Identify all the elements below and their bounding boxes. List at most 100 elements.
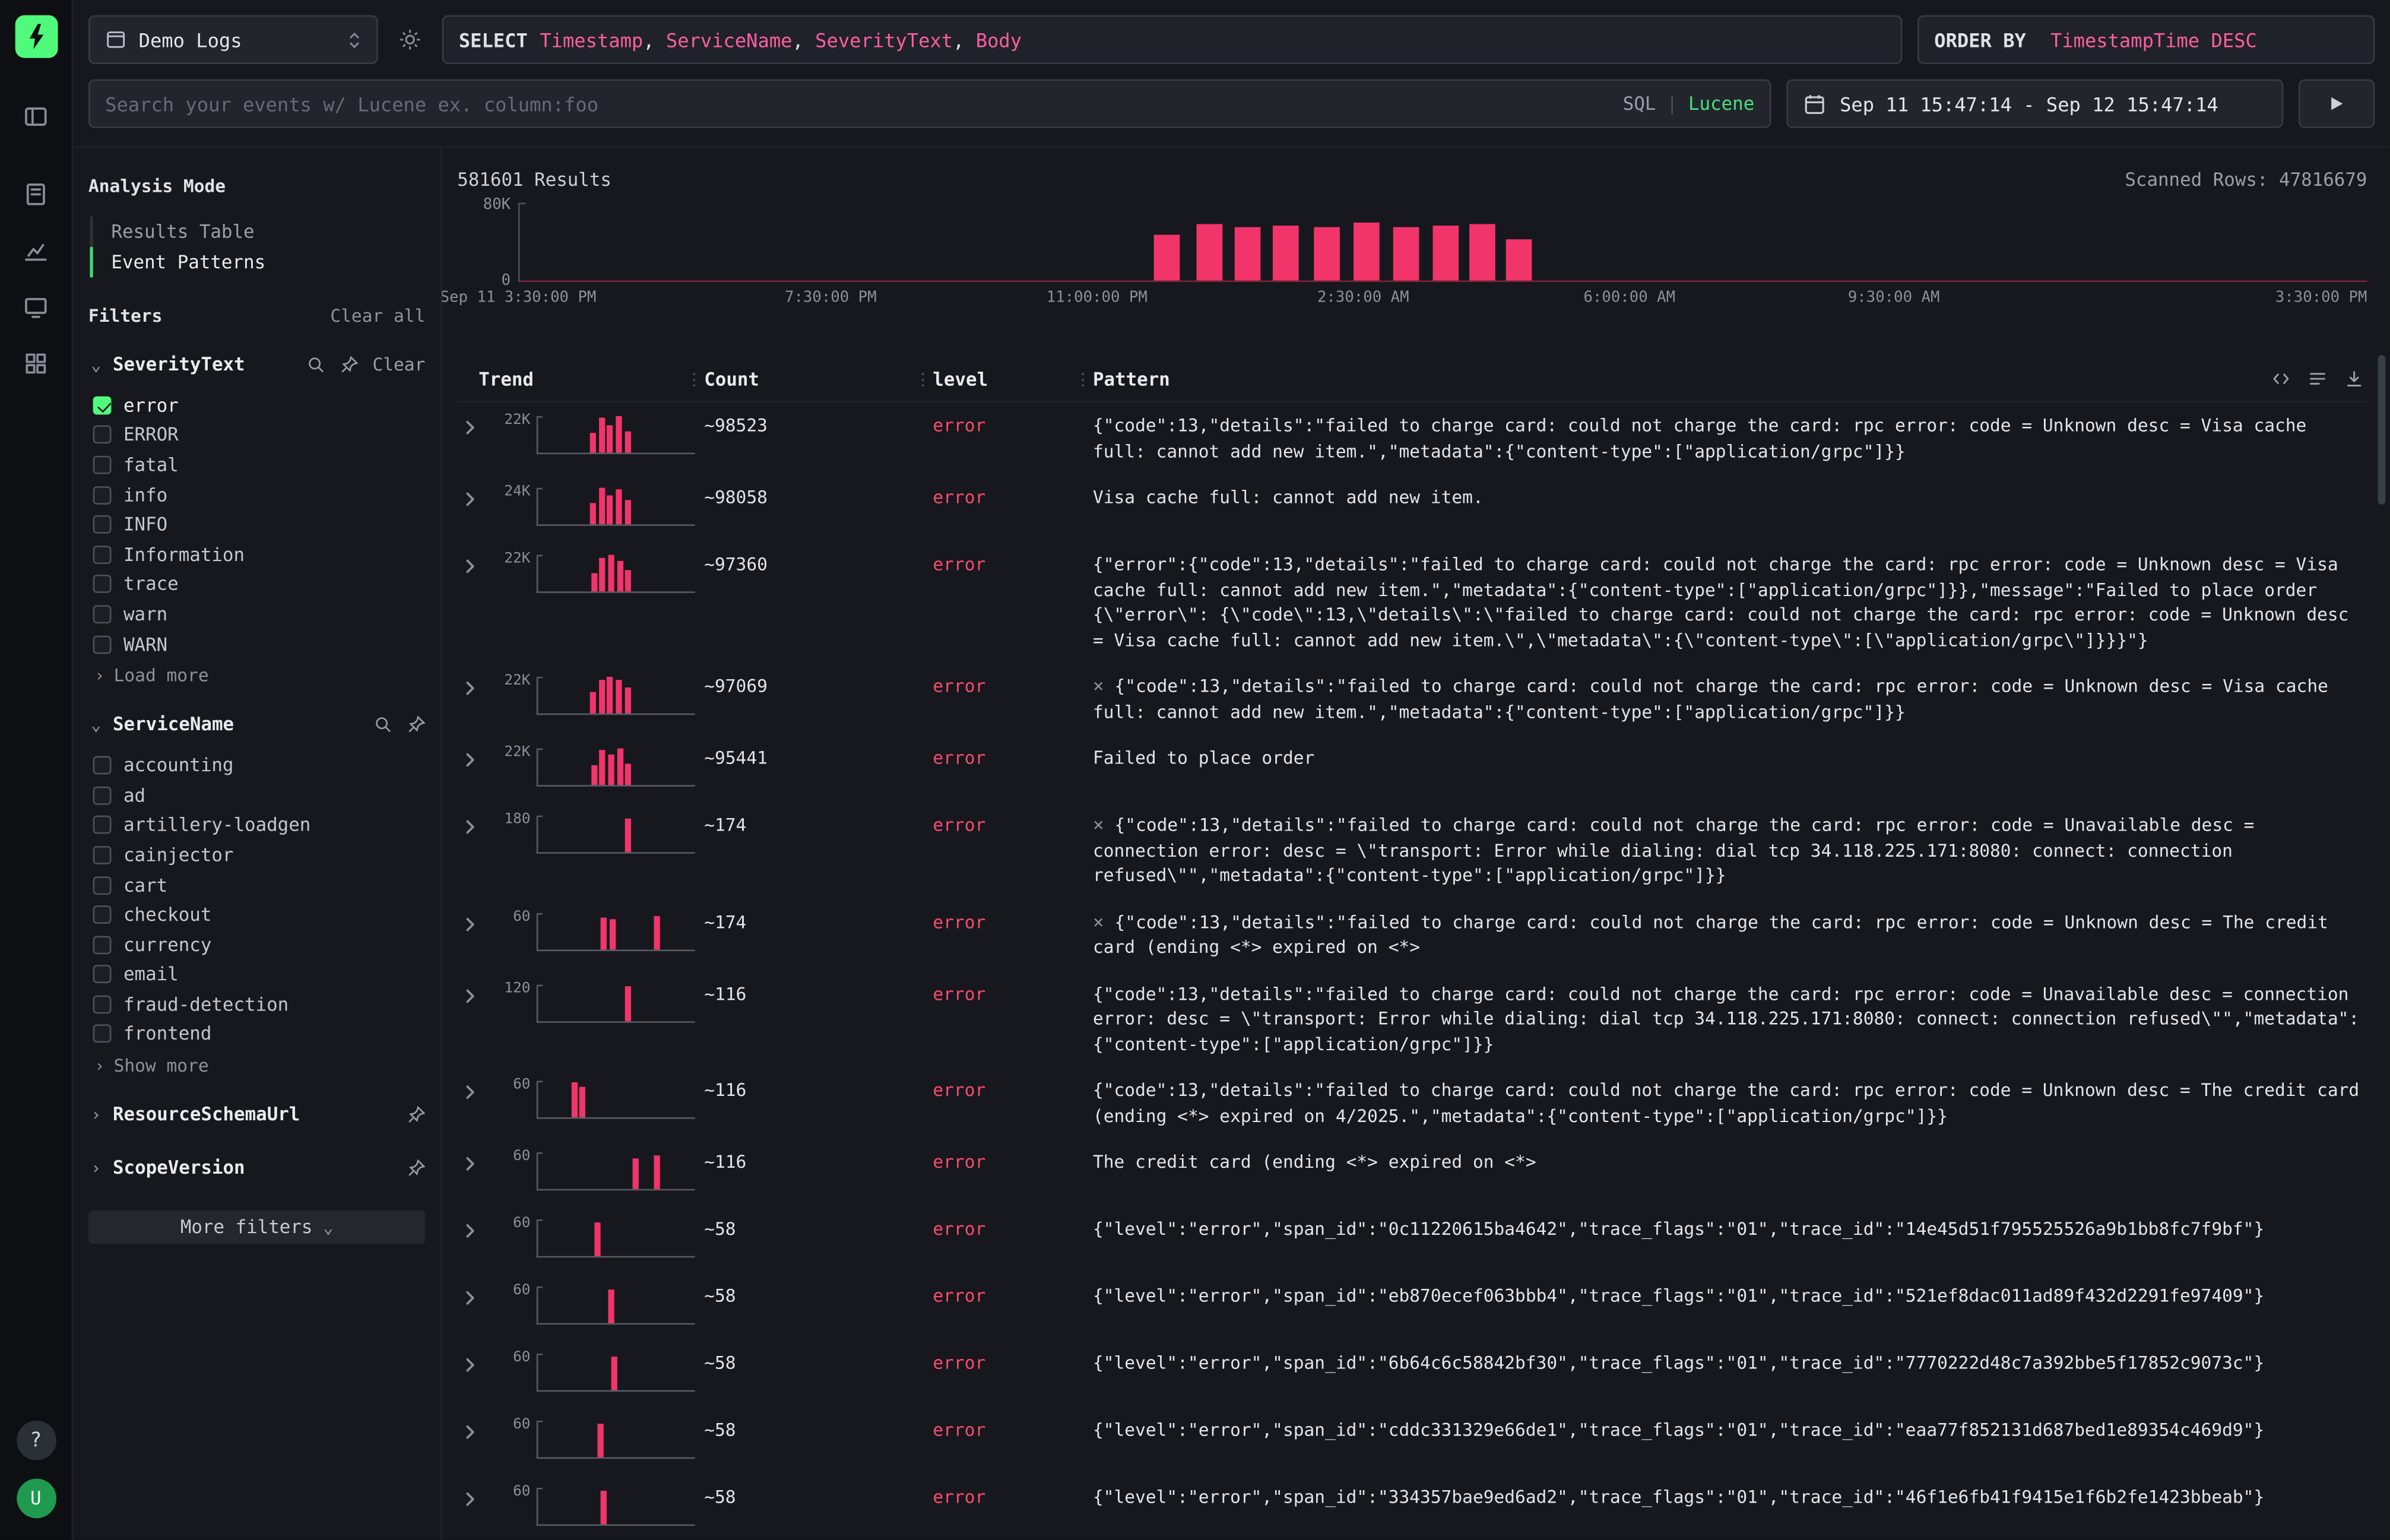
- facet-name[interactable]: SeverityText: [113, 354, 245, 375]
- facet-pin-icon[interactable]: [406, 1158, 425, 1177]
- facet-chevron-icon[interactable]: ›: [88, 1105, 104, 1124]
- checkbox[interactable]: [93, 456, 112, 474]
- expand-chevron-icon[interactable]: [457, 1418, 494, 1441]
- filter-option-trace[interactable]: trace: [88, 569, 425, 599]
- checkbox[interactable]: [93, 546, 112, 564]
- facet-more-button[interactable]: › Load more: [94, 665, 425, 686]
- facet-pin-icon[interactable]: [406, 1105, 425, 1124]
- expand-chevron-icon[interactable]: [457, 674, 494, 697]
- expand-chevron-icon[interactable]: [457, 484, 494, 508]
- filter-option-ad[interactable]: ad: [88, 780, 425, 810]
- expand-chevron-icon[interactable]: [457, 746, 494, 769]
- table-row[interactable]: 22K ~97069 error ×{"code":13,"details":"…: [457, 663, 2367, 735]
- scrollbar-thumb[interactable]: [2378, 355, 2385, 505]
- table-row[interactable]: 60 ~58 error {"level":"error","span_id":…: [457, 1407, 2367, 1474]
- download-icon[interactable]: [2344, 369, 2364, 388]
- checkbox[interactable]: [93, 605, 112, 623]
- table-row[interactable]: 60 ~116 error The credit card (ending <*…: [457, 1139, 2367, 1206]
- expand-chevron-icon[interactable]: [457, 1078, 494, 1101]
- filter-option-artillery-loadgen[interactable]: artillery-loadgen: [88, 810, 425, 840]
- search-bar[interactable]: SQL | Lucene: [88, 80, 1771, 128]
- filter-option-info[interactable]: info: [88, 480, 425, 509]
- app-logo[interactable]: [14, 15, 57, 58]
- filter-option-warn[interactable]: warn: [88, 599, 425, 629]
- table-row[interactable]: 60 ~174 error ×{"code":13,"details":"fai…: [457, 899, 2367, 971]
- mode-sql[interactable]: SQL: [1623, 93, 1656, 115]
- analysis-mode-event-patterns[interactable]: Event Patterns: [90, 247, 425, 277]
- filter-option-WARN[interactable]: WARN: [88, 629, 425, 659]
- expand-chevron-icon[interactable]: [457, 1485, 494, 1508]
- checkbox[interactable]: [93, 816, 112, 835]
- facet-name[interactable]: ScopeVersion: [113, 1158, 245, 1179]
- facet-clear-button[interactable]: Clear: [372, 354, 425, 375]
- clear-all-button[interactable]: Clear all: [330, 305, 425, 327]
- facet-name[interactable]: ResourceSchemaUrl: [113, 1104, 300, 1126]
- checkbox[interactable]: [93, 486, 112, 504]
- mode-lucene[interactable]: Lucene: [1688, 93, 1754, 115]
- exclude-pattern-icon[interactable]: ×: [1093, 814, 1104, 835]
- code-icon[interactable]: [2271, 369, 2291, 388]
- search-input[interactable]: [105, 92, 1623, 115]
- column-header-count[interactable]: Count: [704, 368, 933, 389]
- table-row[interactable]: 22K ~95441 error Failed to place order: [457, 735, 2367, 802]
- expand-chevron-icon[interactable]: [457, 413, 494, 436]
- table-row[interactable]: 60 ~58 error {"level":"error","span_id":…: [457, 1340, 2367, 1407]
- user-avatar[interactable]: U: [16, 1479, 56, 1519]
- checkbox[interactable]: [93, 396, 112, 414]
- facet-search-icon[interactable]: [373, 715, 392, 734]
- expand-chevron-icon[interactable]: [457, 1284, 494, 1307]
- search-logs-icon[interactable]: [18, 175, 55, 212]
- filter-option-currency[interactable]: currency: [88, 930, 425, 959]
- filter-option-fatal[interactable]: fatal: [88, 450, 425, 480]
- filter-option-ERROR[interactable]: ERROR: [88, 420, 425, 450]
- column-header-level[interactable]: level: [933, 368, 1093, 389]
- dashboards-grid-icon[interactable]: [18, 344, 55, 381]
- table-row[interactable]: 22K ~98523 error {"code":13,"details":"f…: [457, 403, 2367, 474]
- expand-chevron-icon[interactable]: [457, 910, 494, 933]
- filter-option-Information[interactable]: Information: [88, 540, 425, 569]
- checkbox[interactable]: [93, 635, 112, 654]
- table-row[interactable]: 60 ~58 error {"level":"error","span_id":…: [457, 1206, 2367, 1273]
- source-select[interactable]: Demo Logs: [88, 15, 378, 64]
- expand-chevron-icon[interactable]: [457, 1216, 494, 1240]
- help-button[interactable]: ?: [16, 1421, 56, 1460]
- filter-option-fraud-detection[interactable]: fraud-detection: [88, 990, 425, 1019]
- filter-option-INFO[interactable]: INFO: [88, 510, 425, 540]
- histogram-plot[interactable]: [518, 202, 2367, 282]
- facet-name[interactable]: ServiceName: [113, 714, 234, 736]
- filter-option-accounting[interactable]: accounting: [88, 750, 425, 780]
- checkbox[interactable]: [93, 575, 112, 594]
- wrap-lines-icon[interactable]: [2307, 369, 2327, 388]
- checkbox[interactable]: [93, 846, 112, 864]
- table-row[interactable]: 22K ~97360 error {"error":{"code":13,"de…: [457, 541, 2367, 663]
- expand-chevron-icon[interactable]: [457, 552, 494, 575]
- order-by-input[interactable]: ORDER BY TimestampTime DESC: [1917, 15, 2375, 64]
- expand-chevron-icon[interactable]: [457, 1351, 494, 1374]
- checkbox[interactable]: [93, 756, 112, 775]
- checkbox[interactable]: [93, 936, 112, 954]
- facet-search-icon[interactable]: [307, 355, 326, 374]
- sessions-monitor-icon[interactable]: [18, 288, 55, 325]
- table-row[interactable]: 60 ~116 error {"code":13,"details":"fail…: [457, 1067, 2367, 1139]
- expand-chevron-icon[interactable]: [457, 981, 494, 1004]
- collapse-sidebar-icon[interactable]: [18, 97, 55, 134]
- table-row[interactable]: 60 ~58 error {"level":"error","span_id":…: [457, 1474, 2367, 1539]
- facet-pin-icon[interactable]: [340, 355, 359, 374]
- checkbox[interactable]: [93, 426, 112, 444]
- filter-option-checkout[interactable]: checkout: [88, 900, 425, 930]
- filter-option-cart[interactable]: cart: [88, 870, 425, 899]
- expand-chevron-icon[interactable]: [457, 1149, 494, 1173]
- checkbox[interactable]: [93, 1025, 112, 1044]
- more-filters-button[interactable]: More filters ⌄: [88, 1211, 425, 1244]
- checkbox[interactable]: [93, 786, 112, 804]
- select-query-input[interactable]: SELECT Timestamp, ServiceName, SeverityT…: [442, 15, 1903, 64]
- facet-chevron-icon[interactable]: ⌄: [88, 715, 104, 734]
- column-header-trend[interactable]: Trend: [457, 368, 704, 389]
- run-query-button[interactable]: [2299, 80, 2375, 128]
- table-row[interactable]: 60 ~58 error {"level":"error","span_id":…: [457, 1273, 2367, 1340]
- analysis-mode-results-table[interactable]: Results Table: [90, 217, 425, 247]
- time-range-picker[interactable]: Sep 11 15:47:14 - Sep 12 15:47:14: [1786, 80, 2283, 128]
- table-row[interactable]: 120 ~116 error {"code":13,"details":"fai…: [457, 970, 2367, 1067]
- filter-option-email[interactable]: email: [88, 959, 425, 989]
- filter-option-frontend[interactable]: frontend: [88, 1019, 425, 1049]
